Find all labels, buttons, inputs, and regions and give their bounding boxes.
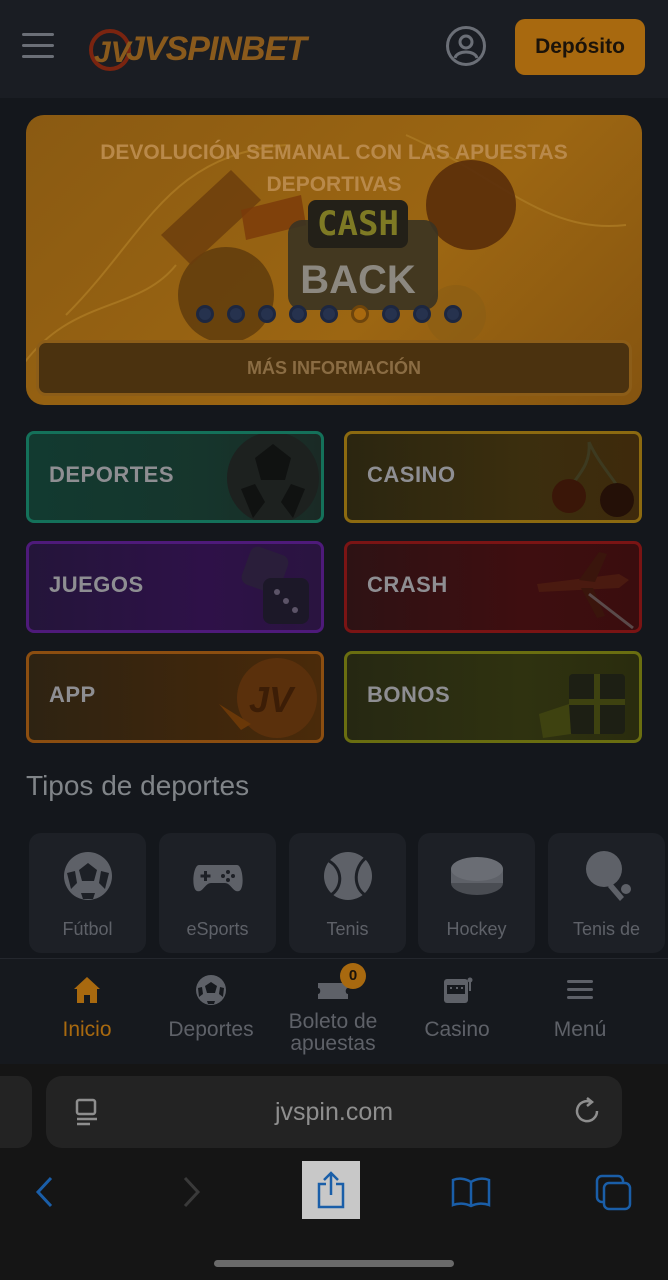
slot-machine-icon xyxy=(444,977,473,1003)
more-info-button[interactable]: MÁS INFORMACIÓN xyxy=(36,340,632,396)
menu-icon xyxy=(567,980,593,999)
sport-item-tenis[interactable]: Tenis xyxy=(289,833,406,953)
carousel-dot[interactable] xyxy=(444,305,462,323)
dice-icon xyxy=(241,546,309,624)
carousel-dot[interactable] xyxy=(289,305,307,323)
back-label: BACK xyxy=(300,258,416,302)
category-tile-bonos[interactable]: BONOS xyxy=(344,651,642,743)
airplane-icon xyxy=(537,552,634,630)
book-icon xyxy=(451,1177,491,1208)
sport-item-futbol[interactable]: Fútbol xyxy=(29,833,146,953)
table-tennis-icon xyxy=(586,851,631,901)
sports-section-title: Tipos de deportes xyxy=(26,770,250,801)
sport-label: Tenis xyxy=(326,919,369,939)
cash-label: CASH xyxy=(308,200,408,248)
site-header: JV JVSPINBET Depósito xyxy=(0,0,668,98)
nav-item-menu[interactable]: Menú xyxy=(515,959,645,1065)
cherries-icon xyxy=(552,441,634,517)
tennis-ball-icon xyxy=(324,852,372,900)
carousel-dot[interactable] xyxy=(196,305,214,323)
gamepad-icon xyxy=(193,865,243,892)
share-button[interactable] xyxy=(302,1161,360,1219)
sport-label: Hockey xyxy=(446,919,507,939)
jv-coin-icon: JV xyxy=(219,658,317,738)
carousel-dot[interactable] xyxy=(382,305,400,323)
reload-icon[interactable] xyxy=(572,1096,602,1126)
category-label: CRASH xyxy=(367,572,448,597)
carousel-dots xyxy=(196,305,476,325)
category-label: CASINO xyxy=(367,462,456,487)
hamburger-menu-icon[interactable] xyxy=(22,30,54,60)
home-indicator[interactable] xyxy=(214,1260,454,1267)
nav-item-inicio[interactable]: Inicio xyxy=(22,959,152,1065)
back-button[interactable] xyxy=(18,1164,74,1220)
category-tile-deportes[interactable]: DEPORTES xyxy=(26,431,324,523)
tabs-button[interactable] xyxy=(585,1164,641,1220)
nav-item-deportes[interactable]: Deportes xyxy=(146,959,276,1065)
tabs-icon xyxy=(595,1174,632,1211)
jvspinbet-logo[interactable]: JV JVSPINBET xyxy=(86,20,307,76)
logo-text: JVSPINBET xyxy=(126,30,307,68)
nav-item-casino[interactable]: Casino xyxy=(392,959,522,1065)
chevron-left-icon xyxy=(35,1176,53,1208)
bookmarks-button[interactable] xyxy=(443,1164,499,1220)
carousel-dot[interactable] xyxy=(413,305,431,323)
carousel-dot[interactable] xyxy=(320,305,338,323)
nav-label: Menú xyxy=(553,1018,607,1041)
bottom-navigation: Inicio Deportes 0 Boleto de apuestas Cas… xyxy=(0,958,668,1064)
carousel-dot[interactable] xyxy=(227,305,245,323)
carousel-dot[interactable] xyxy=(258,305,276,323)
home-icon xyxy=(74,977,100,1003)
sport-label: eSports xyxy=(186,919,249,939)
category-label: DEPORTES xyxy=(49,462,175,487)
deposit-button[interactable]: Depósito xyxy=(515,19,645,75)
hockey-puck-icon xyxy=(451,857,503,895)
sport-item-hockey[interactable]: Hockey xyxy=(418,833,535,953)
soccer-ball-icon xyxy=(227,434,319,520)
chevron-right-icon xyxy=(183,1176,201,1208)
gift-box-icon xyxy=(539,674,625,738)
sport-item-esports[interactable]: eSports xyxy=(159,833,276,953)
nav-label: Boleto de apuestas xyxy=(288,1010,378,1055)
nav-item-boleto-de-apuestas[interactable]: 0 Boleto de apuestas xyxy=(268,959,398,1065)
promo-banner[interactable]: DEVOLUCIÓN SEMANAL CON LAS APUESTAS DEPO… xyxy=(26,115,642,405)
previous-tab-stub[interactable] xyxy=(0,1076,32,1148)
browser-chrome: jvspin.com xyxy=(0,1064,668,1280)
category-tile-app[interactable]: APP JV xyxy=(26,651,324,743)
cashback-art: CASH BACK xyxy=(258,190,458,310)
carousel-dot[interactable] xyxy=(351,305,369,323)
nav-label: Deportes xyxy=(168,1018,254,1041)
sport-label: Fútbol xyxy=(62,919,113,939)
category-label: APP xyxy=(49,682,96,707)
sport-item-tenis-de-mesa[interactable]: Tenis de xyxy=(548,833,665,953)
address-bar[interactable]: jvspin.com xyxy=(46,1076,622,1148)
soccer-ball-icon xyxy=(64,852,112,900)
category-tile-juegos[interactable]: JUEGOS xyxy=(26,541,324,633)
category-tile-crash[interactable]: CRASH xyxy=(344,541,642,633)
sport-label: Tenis de xyxy=(572,919,641,939)
svg-text:JV: JV xyxy=(249,679,296,720)
category-tile-casino[interactable]: CASINO xyxy=(344,431,642,523)
category-label: JUEGOS xyxy=(49,572,144,597)
nav-label: Inicio xyxy=(62,1018,112,1041)
forward-button[interactable] xyxy=(162,1164,218,1220)
betslip-count-badge: 0 xyxy=(340,963,366,989)
user-account-icon[interactable] xyxy=(446,26,486,66)
nav-label: Casino xyxy=(424,1018,490,1041)
soccer-ball-icon xyxy=(196,975,226,1005)
share-icon xyxy=(317,1171,345,1209)
category-label: BONOS xyxy=(367,682,451,707)
url-text: jvspin.com xyxy=(274,1098,394,1126)
